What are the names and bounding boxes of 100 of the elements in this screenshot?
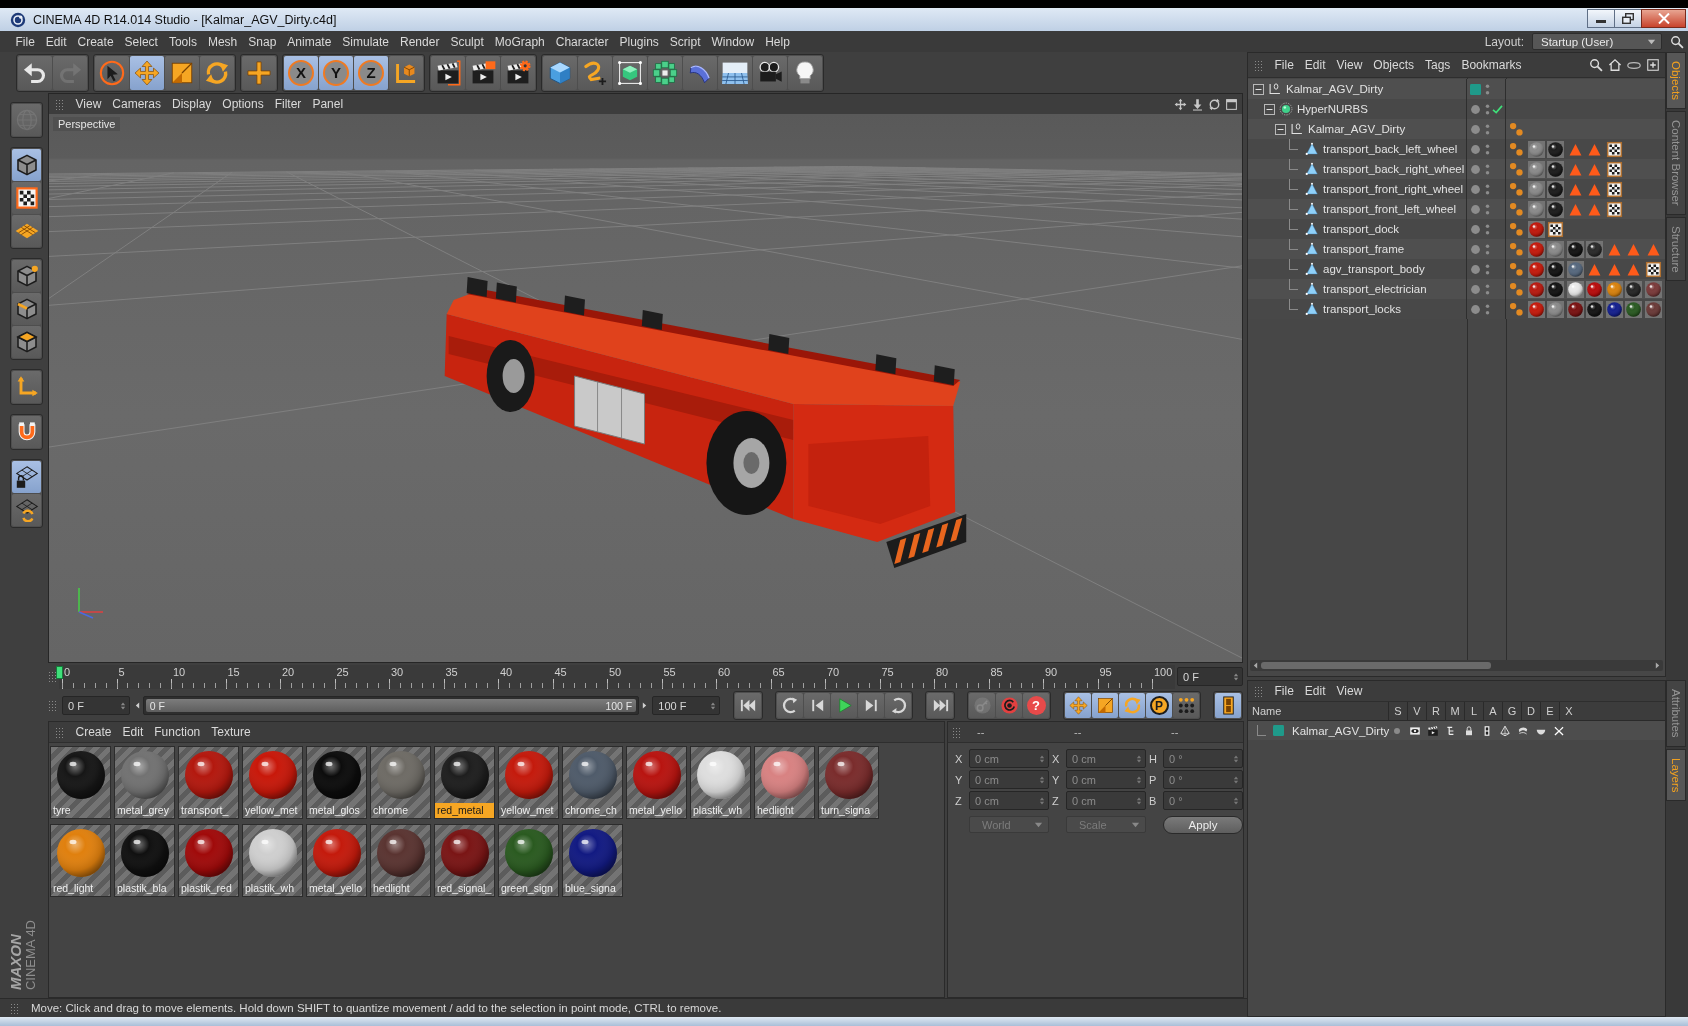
layer-dot-icon[interactable] bbox=[1470, 263, 1481, 275]
coordinate-field[interactable]: 0 cm bbox=[1066, 770, 1146, 789]
checker-icon[interactable] bbox=[1605, 200, 1623, 218]
layer-color-swatch[interactable] bbox=[1470, 83, 1481, 95]
material-tag-icon[interactable] bbox=[1527, 140, 1545, 158]
workplane-cycle-button[interactable] bbox=[12, 494, 41, 526]
checkmark-icon[interactable] bbox=[1492, 104, 1503, 114]
visibility-dots-icon[interactable] bbox=[1485, 82, 1490, 96]
rotate-tool-button[interactable] bbox=[200, 55, 234, 90]
search-icon[interactable] bbox=[1589, 58, 1603, 72]
material-tag-icon[interactable] bbox=[1527, 200, 1545, 218]
menu-item[interactable]: Sculpt bbox=[444, 32, 490, 51]
texture-mode-button[interactable] bbox=[12, 182, 41, 214]
dot-pair-icon[interactable] bbox=[1508, 280, 1525, 298]
arrow-right-icon[interactable] bbox=[1655, 662, 1660, 669]
menu-item[interactable]: Tags bbox=[1419, 56, 1456, 74]
layer-dot-icon[interactable] bbox=[1470, 103, 1481, 115]
move-view-icon[interactable] bbox=[1174, 97, 1187, 111]
material-tag-icon[interactable] bbox=[1527, 180, 1545, 198]
menu-item[interactable]: Function bbox=[148, 723, 206, 741]
material-tag-icon[interactable] bbox=[1566, 280, 1584, 298]
menu-item[interactable]: Panel bbox=[306, 95, 349, 113]
dot-pair-icon[interactable] bbox=[1508, 160, 1525, 178]
floor-button[interactable] bbox=[718, 55, 752, 90]
select-tool-button[interactable] bbox=[95, 55, 129, 90]
arrow-right-icon[interactable] bbox=[642, 702, 648, 709]
material-tag-icon[interactable] bbox=[1566, 240, 1584, 258]
layout-dropdown[interactable]: Startup (User) bbox=[1532, 33, 1662, 50]
axis-lock-button[interactable]: X bbox=[284, 55, 318, 90]
menu-item[interactable]: Edit bbox=[1299, 56, 1332, 74]
layer-row[interactable]: Kalmar_AGV_Dirty bbox=[1248, 721, 1665, 740]
material-tag-icon[interactable] bbox=[1605, 300, 1623, 318]
end-frame-field[interactable]: 100 F bbox=[652, 696, 720, 715]
visibility-dots-icon[interactable] bbox=[1485, 162, 1490, 176]
bent-plane-icon[interactable] bbox=[1517, 724, 1529, 737]
material-tag-icon[interactable] bbox=[1644, 300, 1662, 318]
scale-tool-button[interactable] bbox=[165, 55, 199, 90]
menu-item[interactable]: Window bbox=[706, 32, 760, 51]
checker-icon[interactable] bbox=[1605, 180, 1623, 198]
menu-item[interactable]: File bbox=[1269, 682, 1300, 700]
material-swatch[interactable]: red_signal_ bbox=[434, 824, 495, 897]
light-button[interactable] bbox=[788, 55, 822, 90]
coordinate-field[interactable]: 0 cm bbox=[1066, 791, 1146, 810]
apply-button[interactable]: Apply bbox=[1163, 815, 1243, 834]
arrow-down-icon[interactable] bbox=[1191, 97, 1204, 111]
oval-icon[interactable] bbox=[1627, 61, 1641, 69]
dot-pair-icon[interactable] bbox=[1508, 200, 1525, 218]
dot-pair-icon[interactable] bbox=[1508, 240, 1525, 258]
render-picture-button[interactable] bbox=[466, 55, 500, 90]
next-key-button[interactable] bbox=[885, 693, 911, 718]
collapse-icon[interactable] bbox=[1264, 103, 1275, 115]
coordinate-field[interactable]: 0 cm bbox=[969, 749, 1049, 768]
points-mode-button[interactable] bbox=[12, 260, 41, 292]
visibility-dots-icon[interactable] bbox=[1485, 142, 1490, 156]
visibility-dots-icon[interactable] bbox=[1485, 122, 1490, 136]
menu-item[interactable]: Cameras bbox=[106, 95, 167, 113]
menu-item[interactable]: Mesh bbox=[202, 32, 243, 51]
dot-pair-icon[interactable] bbox=[1508, 300, 1525, 318]
timeline-ruler[interactable]: 0 5 10 15 20 25 30 35 40 45 50 55 60 65 70 75 80 85 90 95 100 bbox=[59, 664, 1175, 689]
cross-icon[interactable] bbox=[1553, 724, 1565, 737]
polygons-mode-button[interactable] bbox=[12, 326, 41, 358]
layer-dot-icon[interactable] bbox=[1470, 123, 1481, 135]
rotate-view-icon[interactable] bbox=[1208, 97, 1221, 111]
material-swatch[interactable]: plastik_wh bbox=[242, 824, 303, 897]
deformer-button[interactable] bbox=[683, 55, 717, 90]
home-icon[interactable] bbox=[1608, 58, 1622, 72]
material-swatch[interactable]: green_sign bbox=[498, 824, 559, 897]
menu-item[interactable]: MoGraph bbox=[489, 32, 551, 51]
menu-item[interactable]: Animate bbox=[281, 32, 337, 51]
visibility-dots-icon[interactable] bbox=[1485, 102, 1490, 116]
material-tag-icon[interactable] bbox=[1586, 280, 1603, 298]
menu-item[interactable]: Create bbox=[70, 723, 118, 741]
menu-item[interactable]: Snap bbox=[242, 32, 282, 51]
layer-dot-icon[interactable] bbox=[1470, 283, 1481, 295]
maximize-icon[interactable] bbox=[1225, 97, 1238, 111]
render-view-button[interactable] bbox=[431, 55, 465, 90]
dot-pair-icon[interactable] bbox=[1508, 180, 1525, 198]
search-icon[interactable] bbox=[1670, 34, 1684, 49]
menu-item[interactable]: Texture bbox=[205, 723, 257, 741]
dot-pair-icon[interactable] bbox=[1508, 120, 1525, 138]
point-level-button[interactable] bbox=[1173, 693, 1199, 718]
material-swatch[interactable]: plastik_red bbox=[178, 824, 239, 897]
menu-item[interactable]: View bbox=[70, 95, 107, 113]
material-swatch[interactable]: red_light bbox=[50, 824, 111, 897]
close-button[interactable] bbox=[1641, 9, 1686, 28]
menu-item[interactable]: Render bbox=[394, 32, 445, 51]
menu-item[interactable]: View bbox=[1331, 56, 1368, 74]
material-swatch[interactable]: tyre bbox=[50, 746, 111, 819]
subdivision-button[interactable] bbox=[613, 55, 647, 90]
menu-item[interactable]: View bbox=[1331, 682, 1368, 700]
checker-icon[interactable] bbox=[1605, 140, 1623, 158]
menu-item[interactable]: Edit bbox=[117, 723, 149, 741]
visibility-dots-icon[interactable] bbox=[1485, 302, 1490, 316]
edges-mode-button[interactable] bbox=[12, 293, 41, 325]
model-mode-button[interactable] bbox=[12, 149, 41, 181]
material-tag-icon[interactable] bbox=[1625, 300, 1642, 318]
material-swatch[interactable]: yellow_met bbox=[242, 746, 303, 819]
collapse-icon[interactable] bbox=[1253, 83, 1264, 95]
material-swatch[interactable]: metal_glos bbox=[306, 746, 367, 819]
column-header[interactable]: D bbox=[1521, 702, 1540, 720]
